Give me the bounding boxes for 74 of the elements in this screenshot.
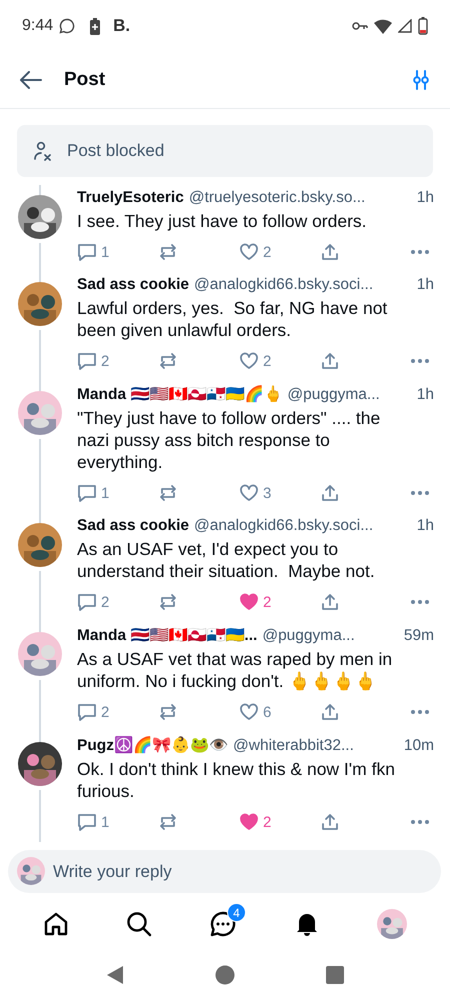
heart-icon [239, 813, 259, 831]
author-handle[interactable]: @puggyma... [262, 627, 399, 645]
notification-letter: B. [113, 16, 130, 36]
more-icon[interactable] [410, 490, 430, 496]
blocked-label: Post blocked [67, 141, 164, 161]
post-time: 1h [416, 189, 434, 207]
wifi-icon [374, 18, 392, 34]
battery-icon [89, 18, 102, 34]
like-button[interactable]: 2 [239, 813, 320, 831]
post-time: 10m [404, 737, 434, 755]
post-time: 59m [404, 627, 434, 645]
reply-button[interactable]: 1 [77, 813, 158, 831]
settings-icon[interactable] [412, 70, 430, 90]
signal-icon [398, 19, 412, 33]
more-icon[interactable] [410, 819, 430, 825]
post-time: 1h [416, 517, 434, 535]
recents-icon[interactable] [326, 966, 344, 984]
like-button[interactable]: 3 [239, 484, 320, 502]
heart-icon [239, 593, 259, 611]
reply-button[interactable]: 1 [77, 243, 158, 261]
reply-icon [77, 813, 97, 831]
post-text: I see. They just have to follow orders. [77, 210, 368, 232]
more-icon[interactable] [410, 599, 430, 605]
author-name[interactable]: Sad ass cookie [77, 276, 190, 294]
heart-icon [239, 352, 259, 370]
like-button[interactable]: 2 [239, 243, 320, 261]
reply-button[interactable]: 2 [77, 593, 158, 611]
page-title: Post [64, 69, 106, 91]
heart-icon [239, 703, 259, 721]
post-text: As a USAF vet that was raped by men in uniform. No i fucking don't. 🖕🖕🖕🖕 [77, 648, 394, 692]
heart-icon [239, 243, 259, 261]
post-time: 1h [416, 276, 434, 294]
author-handle[interactable]: @whiterabbit32... [233, 737, 399, 755]
reply-button[interactable]: 2 [77, 352, 158, 370]
like-button[interactable]: 6 [239, 703, 320, 721]
post-text: As an USAF vet, I'd expect you to understand their situation. Maybe not. [77, 538, 376, 582]
back-icon[interactable] [20, 71, 42, 89]
battery-icon [418, 17, 428, 35]
like-button[interactable]: 2 [239, 593, 320, 611]
home-icon[interactable] [42, 911, 69, 937]
reply-icon [77, 703, 97, 721]
author-handle[interactable]: @analogkid66.bsky.soci... [194, 517, 412, 535]
search-icon[interactable] [126, 911, 152, 937]
author-name[interactable]: Manda 🇨🇷🇺🇸🇨🇦🇬🇱🇵🇦🇺🇦🌈🖕 [77, 385, 282, 404]
author-handle[interactable]: @analogkid66.bsky.soci... [194, 276, 412, 294]
author-handle[interactable]: @puggyma... [287, 386, 412, 404]
back-icon[interactable] [106, 965, 124, 985]
heart-icon [239, 484, 259, 502]
reply-icon [77, 243, 97, 261]
chat-icon [59, 18, 76, 34]
post-time: 1h [416, 386, 434, 404]
unread-badge: 4 [226, 903, 246, 922]
author-name[interactable]: Manda 🇨🇷🇺🇸🇨🇦🇬🇱🇵🇦🇺🇦... [77, 626, 258, 645]
profile-tab[interactable] [377, 909, 408, 939]
author-name[interactable]: Pugz☮🌈🎀👶🐸👁 [77, 736, 228, 755]
reply-button[interactable]: 2 [77, 703, 158, 721]
author-handle[interactable]: @truelyesoteric.bsky.so... [188, 189, 412, 207]
more-icon[interactable] [410, 709, 430, 715]
reply-icon [77, 352, 97, 370]
key-icon [352, 21, 368, 31]
post-text: "They just have to follow orders" .... the nazi pussy ass bitch response to everything. [77, 407, 382, 473]
more-icon[interactable] [410, 249, 430, 255]
like-button[interactable]: 2 [239, 352, 320, 370]
clock: 9:44 [22, 17, 54, 35]
post-text: Lawful orders, yes. So far, NG have not been given unlawful orders. [77, 297, 388, 341]
more-icon[interactable] [410, 358, 430, 364]
author-name[interactable]: TruelyEsoteric [77, 189, 184, 207]
reply-field[interactable]: Write your reply [8, 850, 441, 893]
author-name[interactable]: Sad ass cookie [77, 517, 190, 535]
reply-icon [77, 593, 97, 611]
post-text: Ok. I don't think I knew this & now I'm fkn furious. [77, 758, 396, 802]
reply-icon [77, 484, 97, 502]
reply-button[interactable]: 1 [77, 484, 158, 502]
blocked-user-icon [33, 141, 53, 161]
